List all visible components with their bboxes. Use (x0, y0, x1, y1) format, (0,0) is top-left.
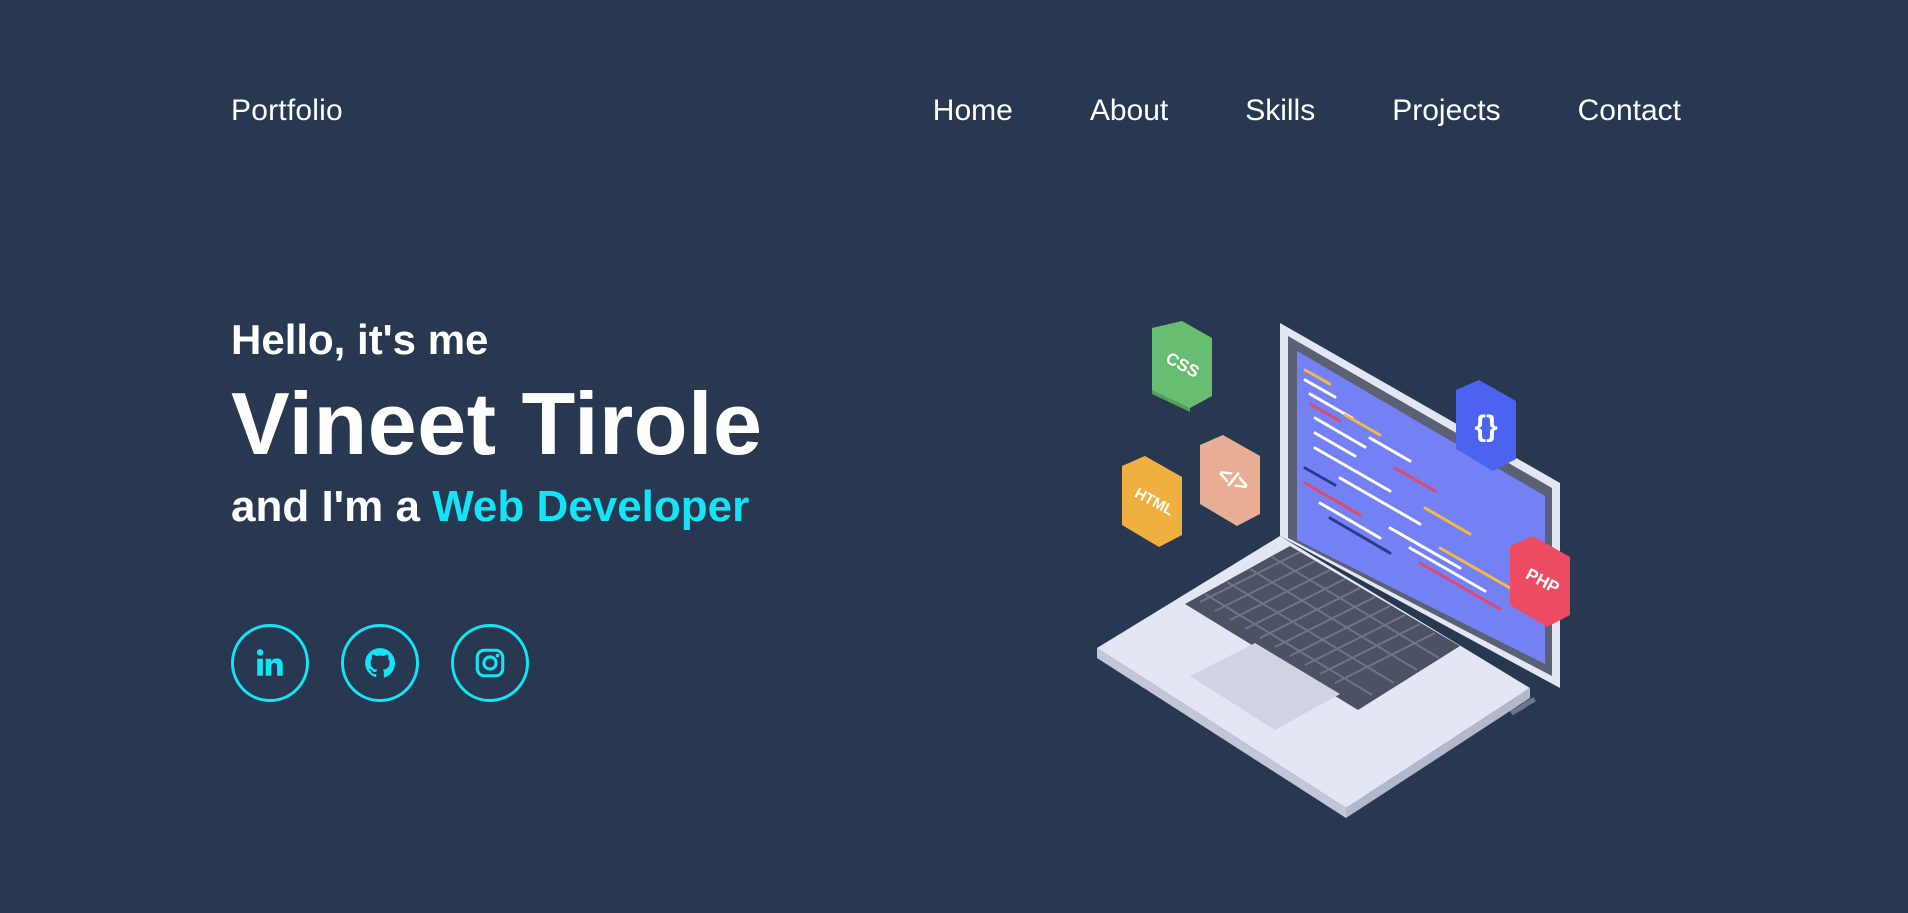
linkedin-button[interactable] (231, 624, 309, 702)
github-icon (365, 648, 396, 678)
nav-about[interactable]: About (1090, 94, 1168, 128)
linkedin-icon (256, 649, 283, 676)
logo-link[interactable]: Portfolio (231, 94, 343, 128)
role-prefix: and I'm a (231, 482, 433, 531)
html-badge: HTML (1122, 456, 1182, 547)
hero-greeting: Hello, it's me (231, 316, 489, 363)
instagram-icon (475, 648, 505, 678)
nav-skills[interactable]: Skills (1245, 94, 1315, 128)
social-links (231, 624, 529, 702)
hero: Hello, it's me Vineet Tirole and I'm a W… (231, 312, 762, 536)
header: Portfolio Home About Skills Projects Con… (231, 94, 1681, 144)
nav-projects[interactable]: Projects (1392, 94, 1500, 128)
hero-role: and I'm a Web Developer (231, 478, 762, 536)
github-button[interactable] (341, 624, 419, 702)
css-badge: CSS (1152, 321, 1212, 412)
role-highlight: Web Developer (432, 482, 750, 531)
main-nav: Home About Skills Projects Contact (856, 94, 1681, 128)
nav-home[interactable]: Home (933, 94, 1013, 128)
svg-text:{}: {} (1474, 410, 1498, 443)
instagram-button[interactable] (451, 624, 529, 702)
nav-contact[interactable]: Contact (1578, 94, 1681, 128)
page: Portfolio Home About Skills Projects Con… (0, 0, 1908, 913)
code-badge: </> (1200, 435, 1260, 526)
hero-name: Vineet Tirole (231, 374, 763, 473)
laptop-illustration: CSS </> HTML {} PHP (1097, 321, 1570, 818)
